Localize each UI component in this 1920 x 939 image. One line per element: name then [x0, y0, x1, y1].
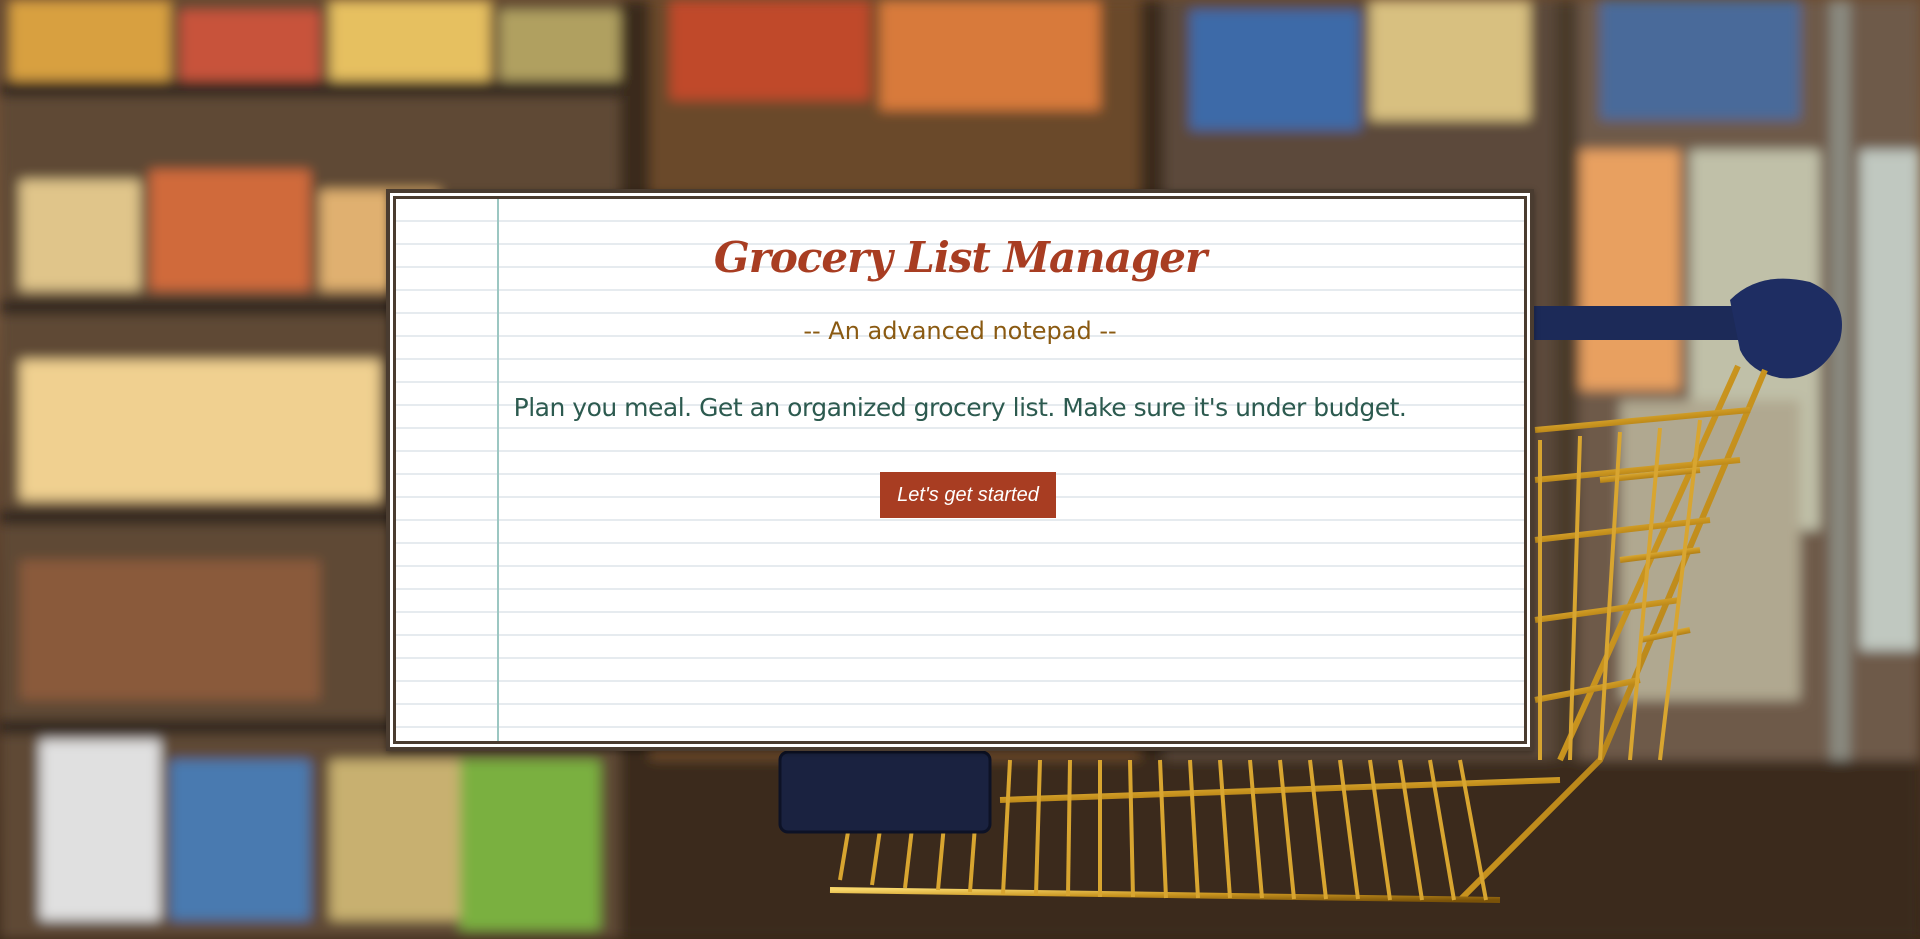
app-tagline: Plan you meal. Get an organized grocery … — [513, 393, 1407, 422]
app-subtitle: -- An advanced notepad -- — [803, 317, 1117, 345]
ruled-paper: Grocery List Manager -- An advanced note… — [393, 196, 1527, 744]
get-started-button[interactable]: Let's get started — [880, 472, 1056, 518]
app-title: Grocery List Manager — [713, 233, 1207, 282]
notepad-card: Grocery List Manager -- An advanced note… — [386, 189, 1534, 751]
